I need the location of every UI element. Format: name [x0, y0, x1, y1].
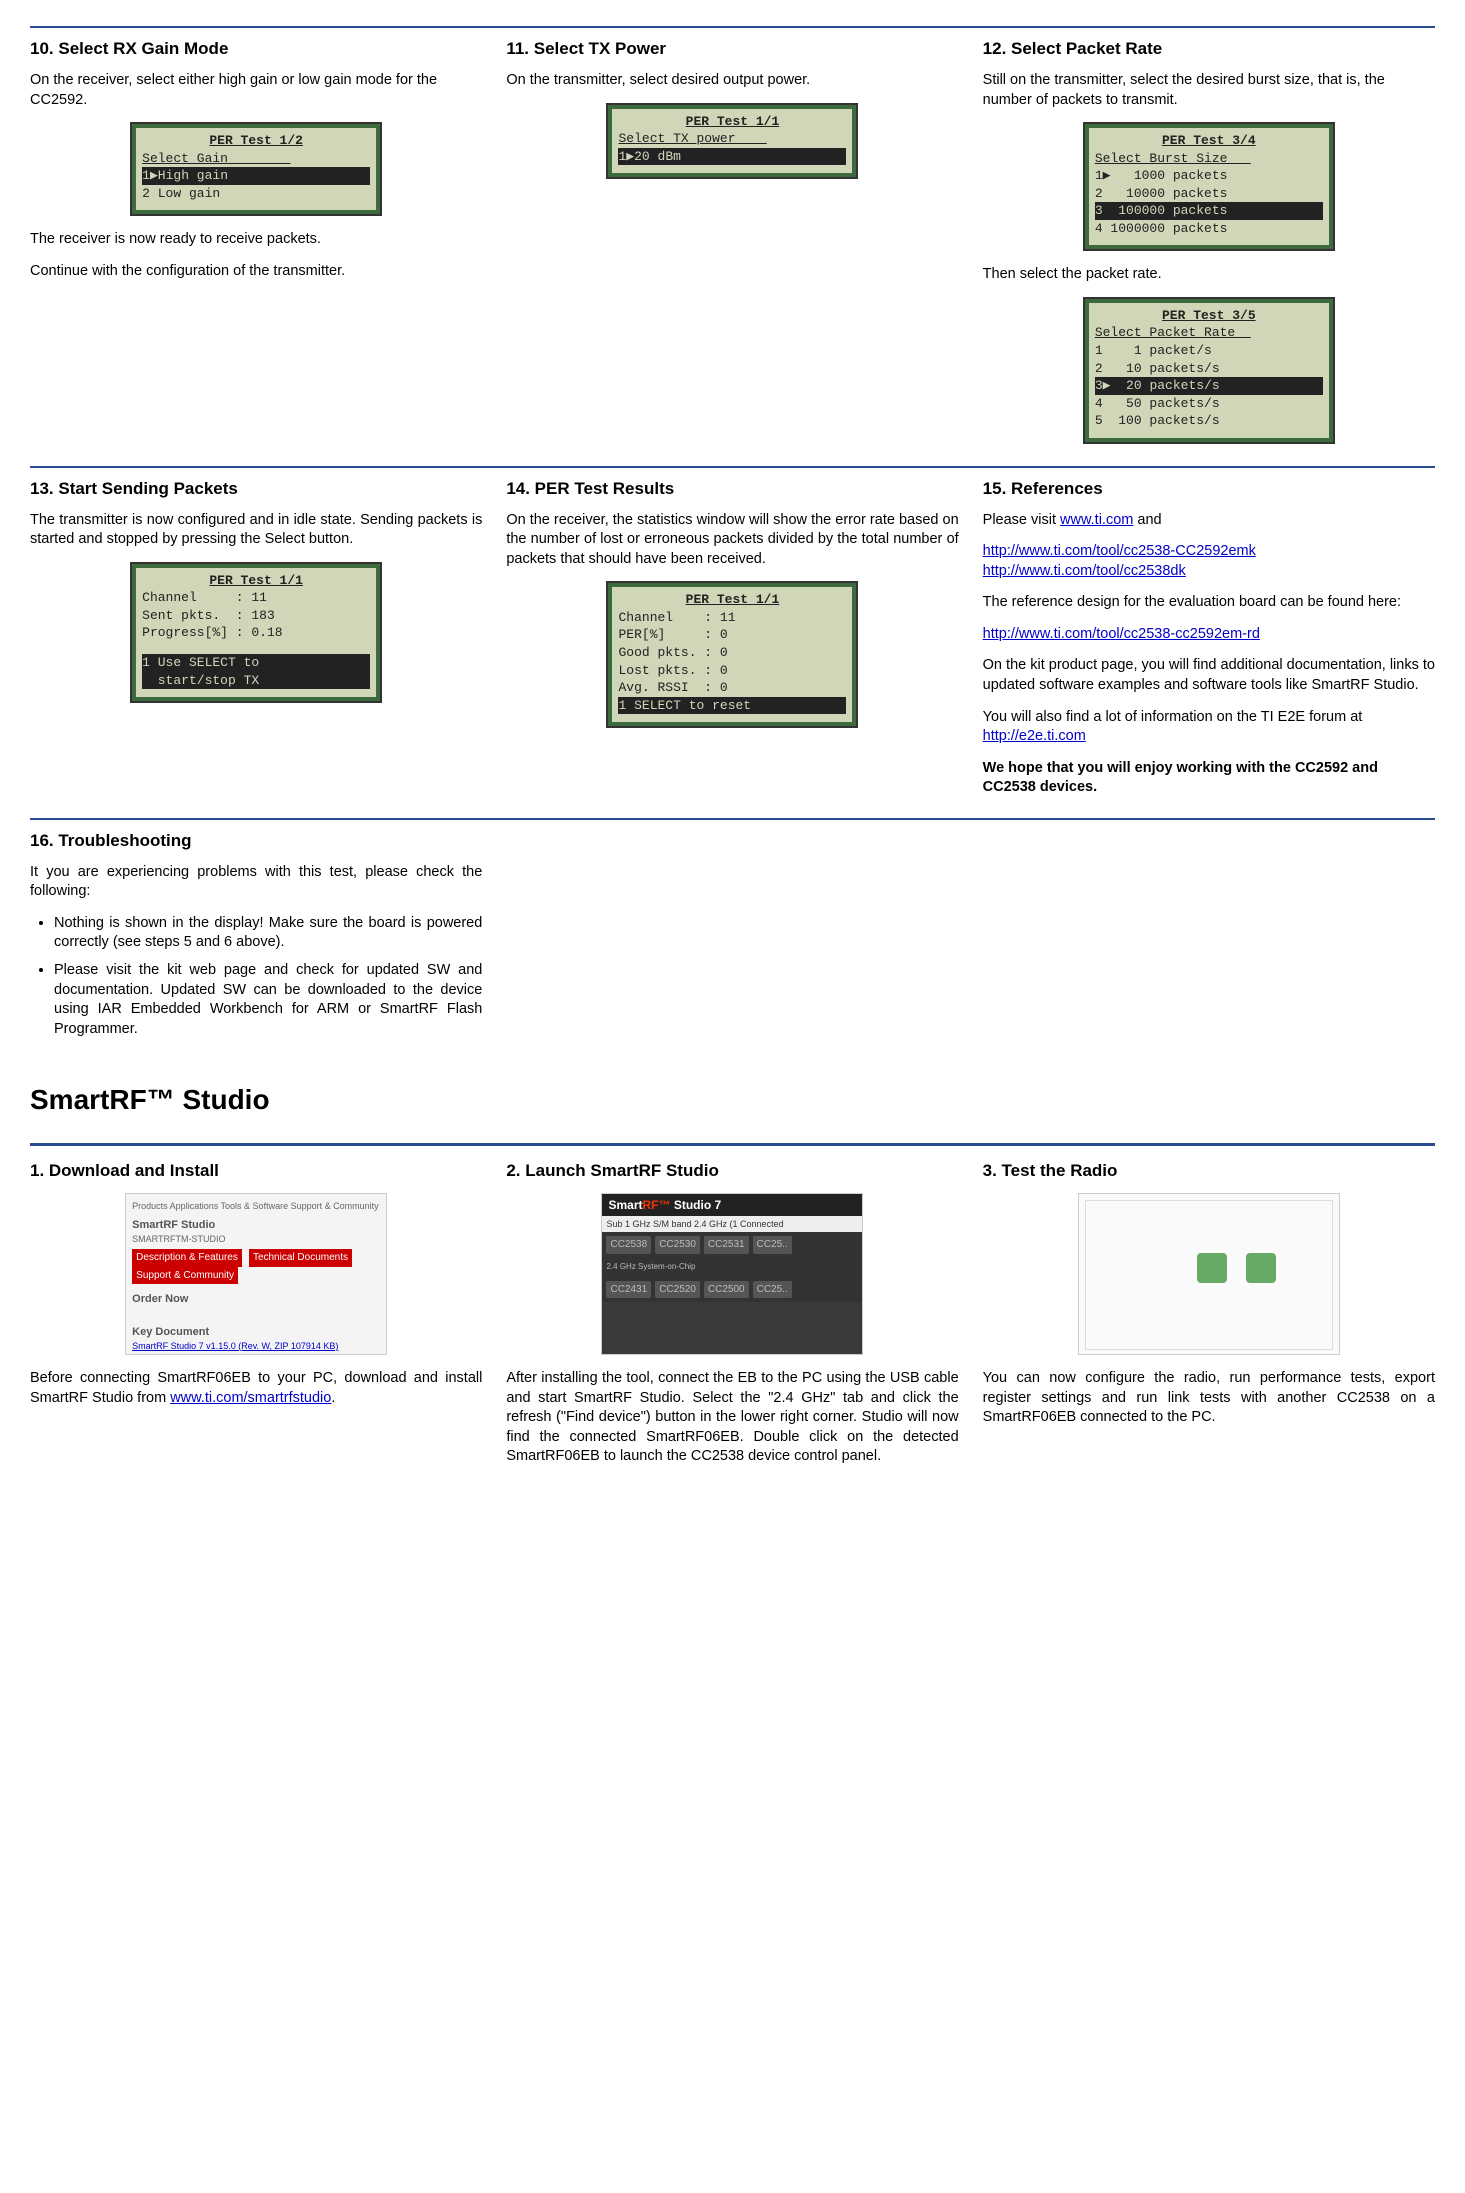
step-10: 10. Select RX Gain Mode On the receiver,… [30, 34, 482, 458]
list-item: Nothing is shown in the display! Make su… [54, 914, 482, 953]
step-title: 11. Select TX Power [506, 38, 958, 61]
step-title: 12. Select Packet Rate [983, 38, 1435, 61]
body-text: On the transmitter, select desired outpu… [506, 71, 958, 91]
step-title: 2. Launch SmartRF Studio [506, 1160, 958, 1183]
step-title: 16. Troubleshooting [30, 830, 482, 853]
lcd-screenshot: PER Test 3/4 Select Burst Size 1▶ 1000 p… [1083, 122, 1335, 251]
body-text: The receiver is now ready to receive pac… [30, 230, 482, 250]
link-tool-dk[interactable]: http://www.ti.com/tool/cc2538dk [983, 563, 1186, 579]
body-text: On the receiver, select either high gain… [30, 71, 482, 110]
webpage-screenshot: Products Applications Tools & Software S… [125, 1193, 387, 1355]
lcd-screenshot: PER Test 1/1 Channel : 11 Sent pkts. : 1… [130, 562, 382, 703]
step-15: 15. References Please visit www.ti.com a… [983, 474, 1435, 810]
step-title: 3. Test the Radio [983, 1160, 1435, 1183]
body-text: On the kit product page, you will find a… [983, 656, 1435, 695]
body-text: Then select the packet rate. [983, 265, 1435, 285]
link-e2e[interactable]: http://e2e.ti.com [983, 728, 1086, 744]
lcd-screenshot: PER Test 3/5 Select Packet Rate 1 1 pack… [1083, 297, 1335, 444]
step-12: 12. Select Packet Rate Still on the tran… [983, 34, 1435, 458]
app-screenshot [1078, 1193, 1340, 1355]
studio-step-3: 3. Test the Radio You can now configure … [983, 1156, 1435, 1479]
body-text: http://www.ti.com/tool/cc2538-CC2592emk … [983, 542, 1435, 581]
lcd-screenshot: PER Test 1/2 Select Gain 1▶High gain 2 L… [130, 122, 382, 216]
troubleshoot-list: Nothing is shown in the display! Make su… [30, 914, 482, 1039]
body-text: The transmitter is now configured and in… [30, 511, 482, 550]
step-13: 13. Start Sending Packets The transmitte… [30, 474, 482, 810]
app-screenshot: SmartRF™ Studio 7 Sub 1 GHz S/M band 2.4… [601, 1193, 863, 1355]
row-studio: 1. Download and Install Products Applica… [30, 1156, 1435, 1479]
row-steps-13-15: 13. Start Sending Packets The transmitte… [30, 474, 1435, 810]
step-title: 1. Download and Install [30, 1160, 482, 1183]
row-step-16: 16. Troubleshooting It you are experienc… [30, 826, 1435, 1051]
body-text: Still on the transmitter, select the des… [983, 71, 1435, 110]
studio-step-2: 2. Launch SmartRF Studio SmartRF™ Studio… [506, 1156, 958, 1479]
body-text: On the receiver, the statistics window w… [506, 511, 958, 570]
body-text: You can now configure the radio, run per… [983, 1369, 1435, 1428]
step-14: 14. PER Test Results On the receiver, th… [506, 474, 958, 810]
body-text: It you are experiencing problems with th… [30, 863, 482, 902]
link-tool-emk[interactable]: http://www.ti.com/tool/cc2538-CC2592emk [983, 543, 1256, 559]
step-11: 11. Select TX Power On the transmitter, … [506, 34, 958, 458]
step-title: 10. Select RX Gain Mode [30, 38, 482, 61]
studio-step-1: 1. Download and Install Products Applica… [30, 1156, 482, 1479]
body-text: After installing the tool, connect the E… [506, 1369, 958, 1467]
body-text: Before connecting SmartRF06EB to your PC… [30, 1369, 482, 1408]
body-text: The reference design for the evaluation … [983, 593, 1435, 613]
lcd-screenshot: PER Test 1/1 Channel : 11 PER[%] : 0 Goo… [606, 581, 858, 728]
link-smartrf-studio[interactable]: www.ti.com/smartrfstudio [170, 1390, 331, 1406]
body-text: Continue with the configuration of the t… [30, 262, 482, 282]
list-item: Please visit the kit web page and check … [54, 961, 482, 1039]
body-text: You will also find a lot of information … [983, 708, 1435, 747]
step-16: 16. Troubleshooting It you are experienc… [30, 826, 482, 1051]
body-text: Please visit www.ti.com and [983, 511, 1435, 531]
step-title: 14. PER Test Results [506, 478, 958, 501]
step-title: 13. Start Sending Packets [30, 478, 482, 501]
step-title: 15. References [983, 478, 1435, 501]
body-text: We hope that you will enjoy working with… [983, 759, 1435, 798]
body-text: http://www.ti.com/tool/cc2538-cc2592em-r… [983, 625, 1435, 645]
lcd-screenshot: PER Test 1/1 Select TX power 1▶20 dBm [606, 103, 858, 180]
section-heading: SmartRF™ Studio [30, 1081, 1435, 1119]
link-ti[interactable]: www.ti.com [1060, 512, 1133, 528]
row-steps-10-12: 10. Select RX Gain Mode On the receiver,… [30, 34, 1435, 458]
link-tool-rd[interactable]: http://www.ti.com/tool/cc2538-cc2592em-r… [983, 626, 1260, 642]
